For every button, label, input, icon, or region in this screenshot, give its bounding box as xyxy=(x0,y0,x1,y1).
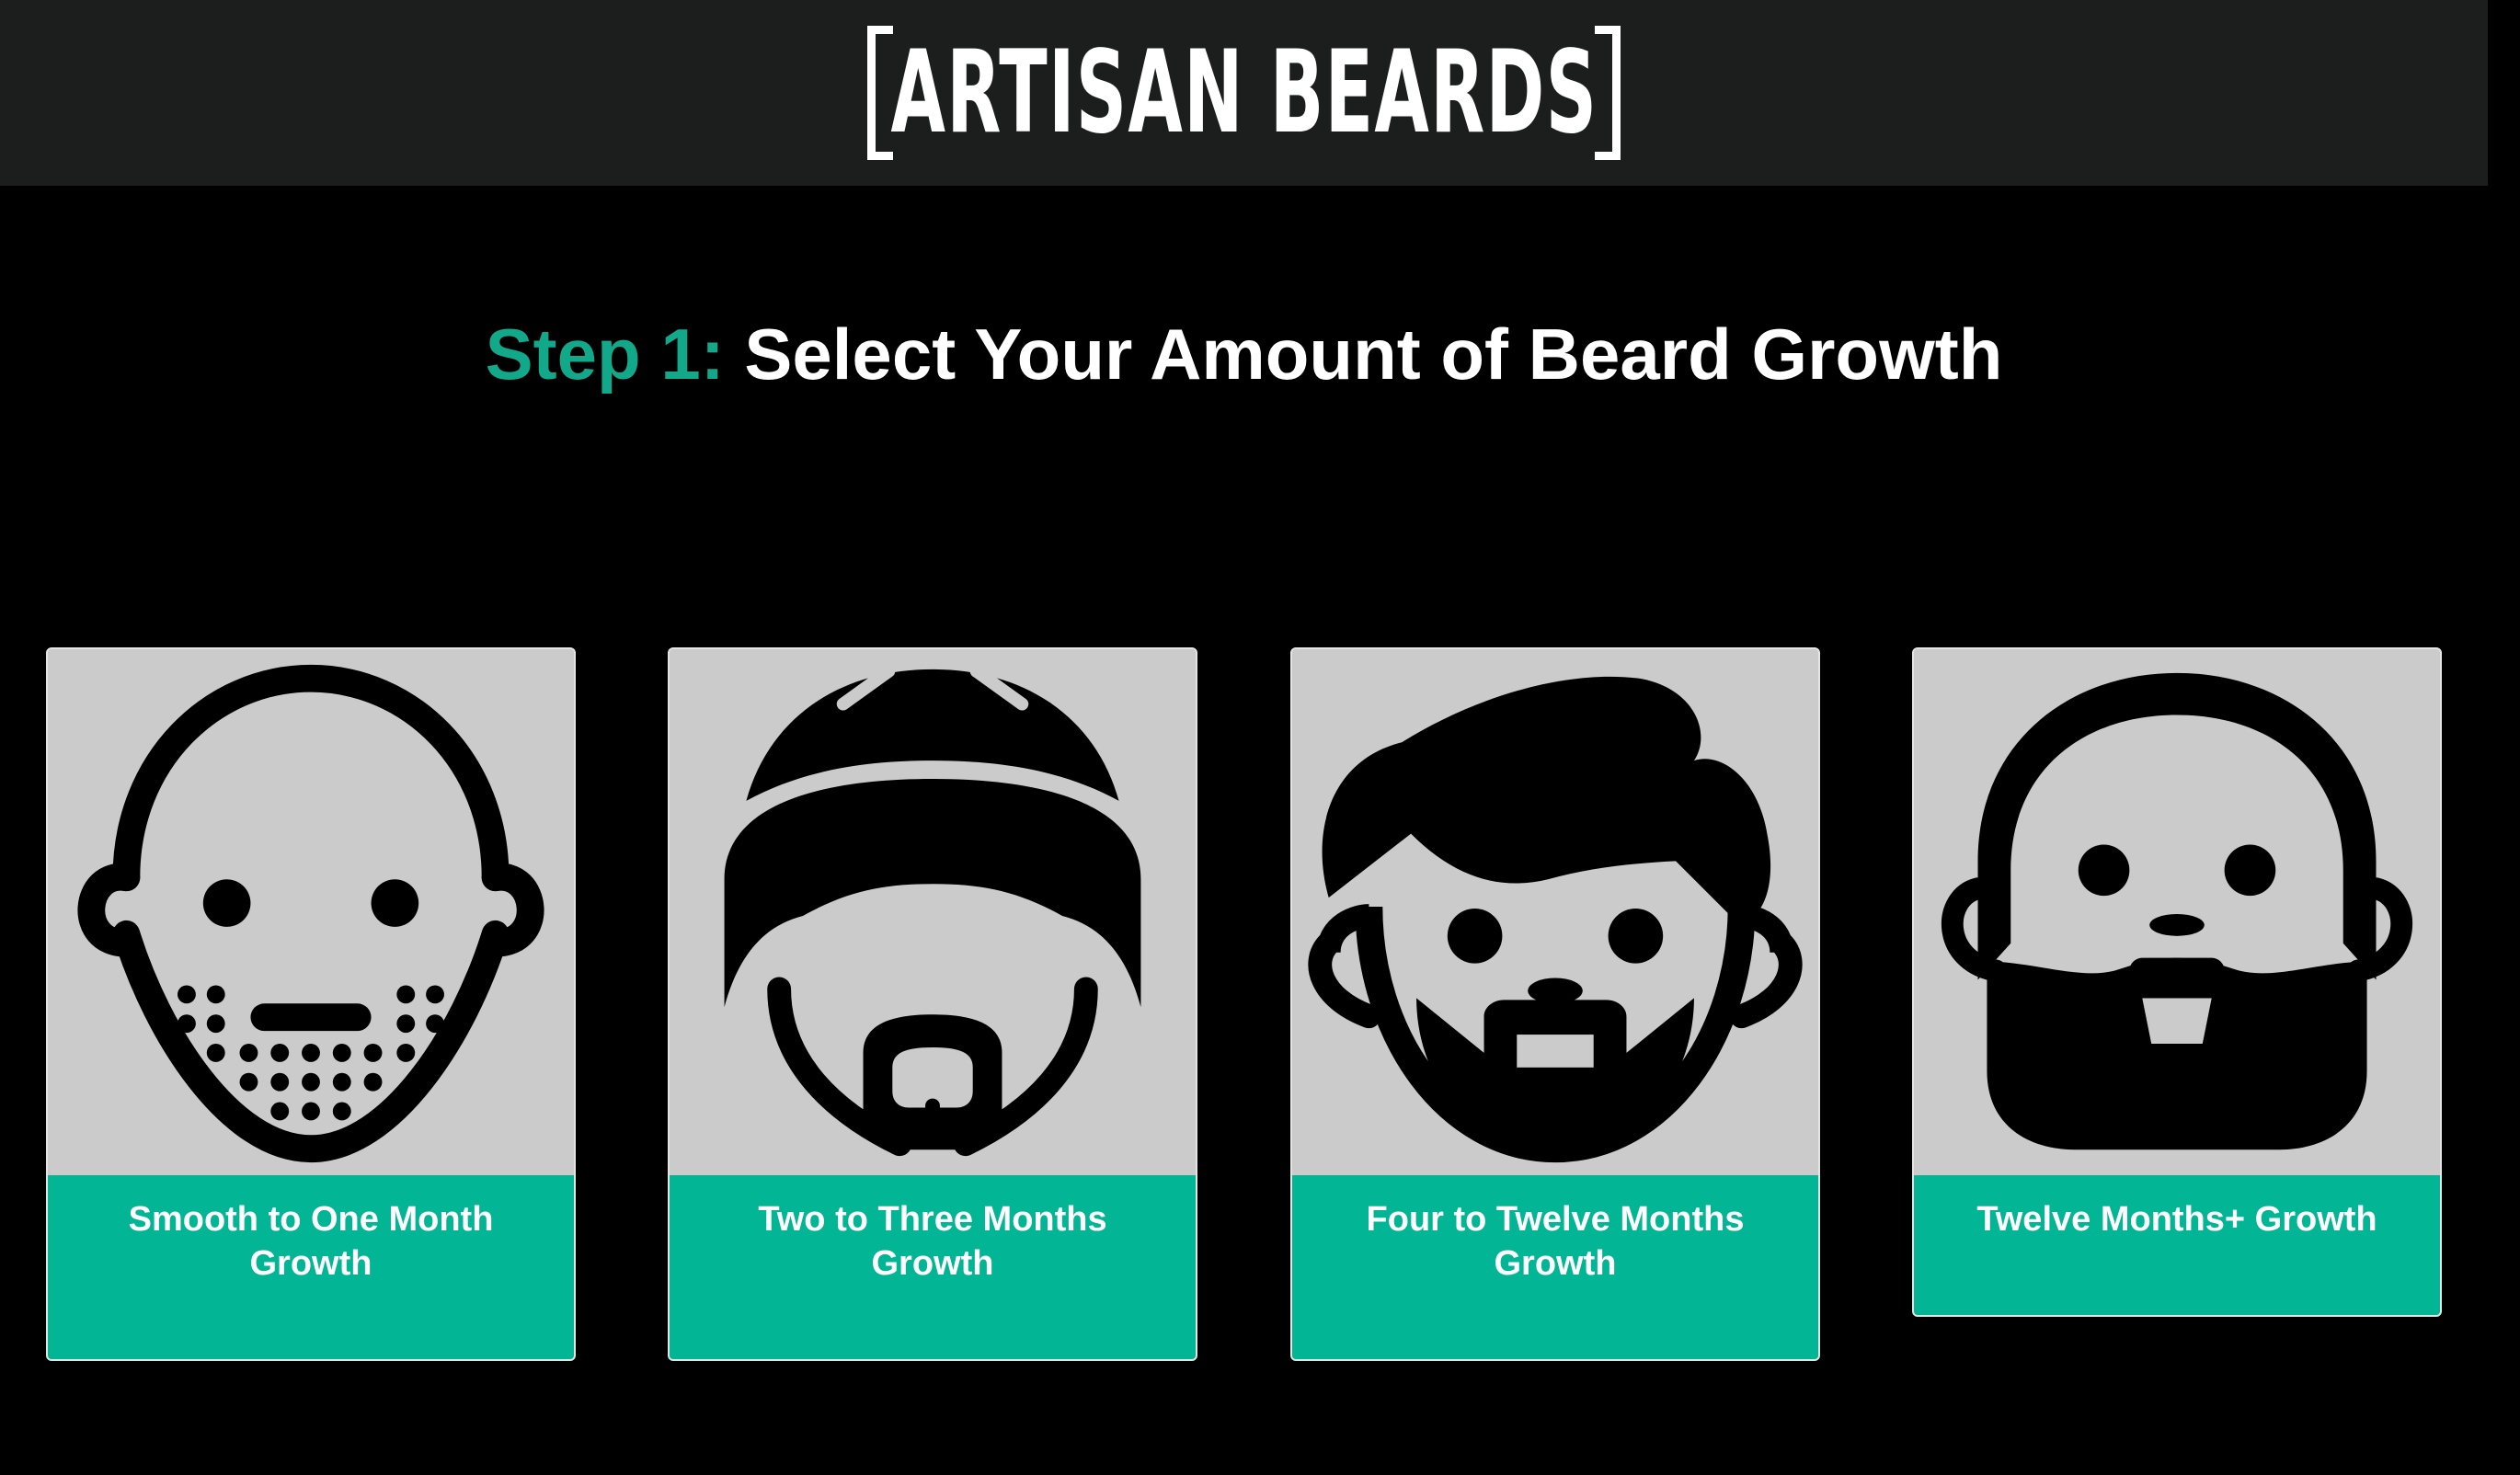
step-heading: Step 1: Select Your Amount of Beard Grow… xyxy=(0,303,2488,405)
option-label: Four to Twelve Months Growth xyxy=(1292,1175,1818,1359)
option-label: Twelve Months+ Growth xyxy=(1914,1175,2440,1315)
growth-option-twelve-plus-months[interactable]: Twelve Months+ Growth xyxy=(1912,647,2442,1317)
full-beard-face-icon xyxy=(1941,672,2413,1150)
growth-option-smooth[interactable]: Smooth to One Month Growth xyxy=(46,647,576,1361)
logo[interactable]: ARTISAN BEARDS xyxy=(0,0,2488,186)
step-label: Step 1: xyxy=(485,314,725,394)
option-label: Smooth to One Month Growth xyxy=(48,1175,574,1359)
logo-text: ARTISAN BEARDS xyxy=(890,27,1598,159)
logo-right-bracket xyxy=(1595,26,1621,160)
site-header: ARTISAN BEARDS xyxy=(0,0,2488,186)
logo-left-bracket xyxy=(866,26,893,160)
option-art xyxy=(1292,649,1818,1175)
beanie-goatee-face-icon xyxy=(724,664,1141,1157)
option-label: Two to Three Months Growth xyxy=(670,1175,1196,1359)
growth-option-two-three-months[interactable]: Two to Three Months Growth xyxy=(668,647,1197,1361)
option-art xyxy=(670,649,1196,1175)
growth-option-four-twelve-months[interactable]: Four to Twelve Months Growth xyxy=(1290,647,1820,1361)
short-beard-face-icon xyxy=(1308,676,1803,1163)
step-title-text: Select Your Amount of Beard Growth xyxy=(744,314,2003,394)
stubble-face-icon xyxy=(77,664,544,1163)
option-art xyxy=(1914,649,2440,1175)
option-art xyxy=(48,649,574,1175)
